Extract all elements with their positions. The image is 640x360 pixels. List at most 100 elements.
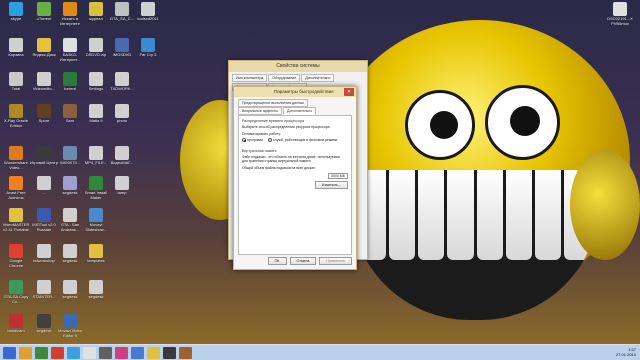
app-icon — [63, 2, 77, 16]
app-icon — [89, 280, 103, 294]
desktop-icon[interactable]: Far Cry 3 — [134, 38, 162, 62]
desktop-icon[interactable]: Яндекс.Диск — [30, 38, 58, 62]
desktop-icon[interactable]: skype — [2, 2, 30, 26]
desktop-icon[interactable]: Smart Install Maker — [82, 176, 110, 200]
desktop-icon[interactable]: Settings — [82, 72, 110, 96]
app-icon — [9, 146, 23, 160]
desktop-icon[interactable]: MP4_FILE... — [82, 146, 110, 170]
desktop-icon[interactable]: segdesk — [56, 244, 84, 268]
desktop-icon[interactable]: toolscd2011 — [134, 2, 162, 26]
app-icon — [115, 146, 129, 160]
desktop-icon[interactable]: VideoMASTER v2.41 Portable — [2, 208, 30, 232]
desktop-icon-label: IMGTool v2.0 Russian — [32, 223, 56, 232]
desktop-icon-label: ... — [42, 191, 46, 195]
desktop-icon[interactable]: Movavi Video Editor 9 — [56, 314, 84, 338]
desktop-icon[interactable]: Sam — [56, 104, 84, 128]
desktop-icon[interactable]: IMGSDVD — [108, 38, 136, 62]
app-icon — [37, 208, 51, 222]
taskbar-app-icon[interactable] — [83, 346, 96, 359]
desktop-icon[interactable]: Google Chrome — [2, 244, 30, 268]
performance-options-window[interactable]: Параметры быстродействия ✕ Предотвращени… — [233, 86, 357, 270]
po-tab[interactable]: Предотвращение выполнения данных — [238, 99, 309, 107]
desktop-icon-label: Videoedito... — [32, 87, 56, 91]
desktop-icon[interactable]: Movavi Slideshow... — [82, 208, 110, 232]
app-icon — [89, 38, 103, 52]
desktop-icon[interactable]: GTA_SA_C... — [108, 2, 136, 26]
desktop-icon[interactable]: segdesk — [82, 280, 110, 304]
desktop-icon-label: Google Chrome — [8, 259, 24, 268]
sp-tab[interactable]: Имя компьютера — [232, 74, 268, 82]
desktop-icon[interactable]: ... — [30, 176, 58, 200]
radio-services[interactable]: служб, работающих в фоновом режиме — [267, 138, 337, 142]
desktop-icon[interactable]: Spore — [30, 104, 58, 128]
taskbar-app-icon[interactable] — [67, 346, 80, 359]
desktop-icon[interactable]: bdworkshop — [30, 244, 58, 268]
desktop-icon[interactable]: Игровой Центр — [30, 146, 58, 170]
sp-tab[interactable]: Дополнительно — [301, 74, 335, 82]
desktop-icon-label: templates — [87, 259, 105, 263]
po-tab[interactable]: Визуальные эффекты — [238, 107, 282, 115]
desktop-icon[interactable]: DSC02191...XPVB5mov — [606, 2, 634, 26]
change-button[interactable]: Изменить... — [314, 181, 348, 189]
desktop-icon[interactable]: STAINTER... — [30, 280, 58, 304]
taskbar-app-icon[interactable] — [115, 346, 128, 359]
taskbar-app-icon[interactable] — [35, 346, 48, 359]
ok-button[interactable]: ОК — [267, 257, 287, 265]
desktop-icon-label: GTA - San Andreas... — [60, 223, 80, 232]
radio-programs[interactable]: программ — [242, 138, 263, 142]
desktop-icon[interactable]: IMGTool v2.0 Russian — [30, 208, 58, 232]
desktop-icon[interactable]: GTA - San Andreas... — [56, 208, 84, 232]
desktop-icon[interactable]: X-Ray Oracle Edition — [2, 104, 30, 128]
apply-button[interactable]: Применить — [319, 257, 352, 265]
desktop-icon[interactable]: tamp — [108, 176, 136, 200]
desktop-icon[interactable]: segdesk — [30, 314, 58, 338]
desktop-icon[interactable]: templates — [82, 244, 110, 268]
clock-date: 27.01.2014 — [615, 352, 636, 357]
desktop-icon[interactable]: журнал — [82, 2, 110, 26]
system-tray-clock[interactable]: 1:57 27.01.2014 — [616, 347, 636, 357]
taskbar-app-icon[interactable] — [3, 346, 16, 359]
taskbar-app-icon[interactable] — [163, 346, 176, 359]
taskbar-app-icon[interactable] — [19, 346, 32, 359]
radio-programs-dot[interactable] — [242, 138, 246, 142]
desktop-icon[interactable]: TXDWORK... — [108, 72, 136, 96]
taskbar-app-icon[interactable] — [179, 346, 192, 359]
desktop-icon-label: GTA_SA_C... — [110, 17, 134, 21]
desktop-icon[interactable]: IMG0079... — [56, 146, 84, 170]
desktop-icon[interactable]: Корзина — [2, 38, 30, 62]
vm-description: Файл подкачки - это область на жестком д… — [242, 155, 340, 163]
desktop-icon[interactable]: GTA-SA Copy Co... — [2, 280, 30, 304]
app-icon — [63, 314, 77, 328]
desktop-icon[interactable]: Искать в Интернете — [56, 2, 84, 26]
desktop-icon[interactable]: Wondershare Video... — [2, 146, 30, 170]
app-icon — [115, 176, 129, 190]
desktop-icon[interactable]: Total — [2, 72, 30, 96]
desktop-icon-label: skype — [10, 17, 22, 21]
desktop-icon[interactable]: photo — [108, 104, 136, 128]
desktop-icon[interactable]: БАЗКО-Интернет... — [56, 38, 84, 62]
taskbar-app-icon[interactable] — [147, 346, 160, 359]
app-icon — [9, 176, 23, 190]
desktop-icon[interactable]: uTorrent — [30, 2, 58, 26]
vm-total-label: Общий объем файла подкачки на всех диска… — [242, 166, 316, 170]
desktop-icon[interactable]: bandicam — [2, 314, 30, 338]
sp-tab[interactable]: Оборудование — [268, 74, 301, 82]
desktop-icon[interactable]: DSDVD.zip — [82, 38, 110, 62]
smiley-mouth — [350, 170, 600, 320]
close-icon[interactable]: ✕ — [344, 88, 354, 96]
desktop-icon-label: STAINTER... — [32, 295, 56, 299]
desktop-icon[interactable]: segdesk — [56, 280, 84, 304]
desktop-icon[interactable]: ВидеоМАГ... — [108, 146, 136, 170]
taskbar-app-icon[interactable] — [99, 346, 112, 359]
desktop-icon[interactable]: segdesk — [56, 176, 84, 200]
desktop-icon[interactable]: Mafia II — [82, 104, 110, 128]
taskbar-app-icon[interactable] — [51, 346, 64, 359]
desktop-icon[interactable]: Avast Free Antivirus — [2, 176, 30, 200]
po-tab[interactable]: Дополнительно — [282, 107, 317, 115]
radio-services-dot[interactable] — [267, 138, 272, 142]
desktop-icon-label: ВидеоМАГ... — [110, 161, 134, 165]
desktop-icon[interactable]: Videoedito... — [30, 72, 58, 96]
desktop-icon[interactable]: torrent — [56, 72, 84, 96]
cancel-button[interactable]: Отмена — [289, 257, 317, 265]
taskbar-app-icon[interactable] — [131, 346, 144, 359]
